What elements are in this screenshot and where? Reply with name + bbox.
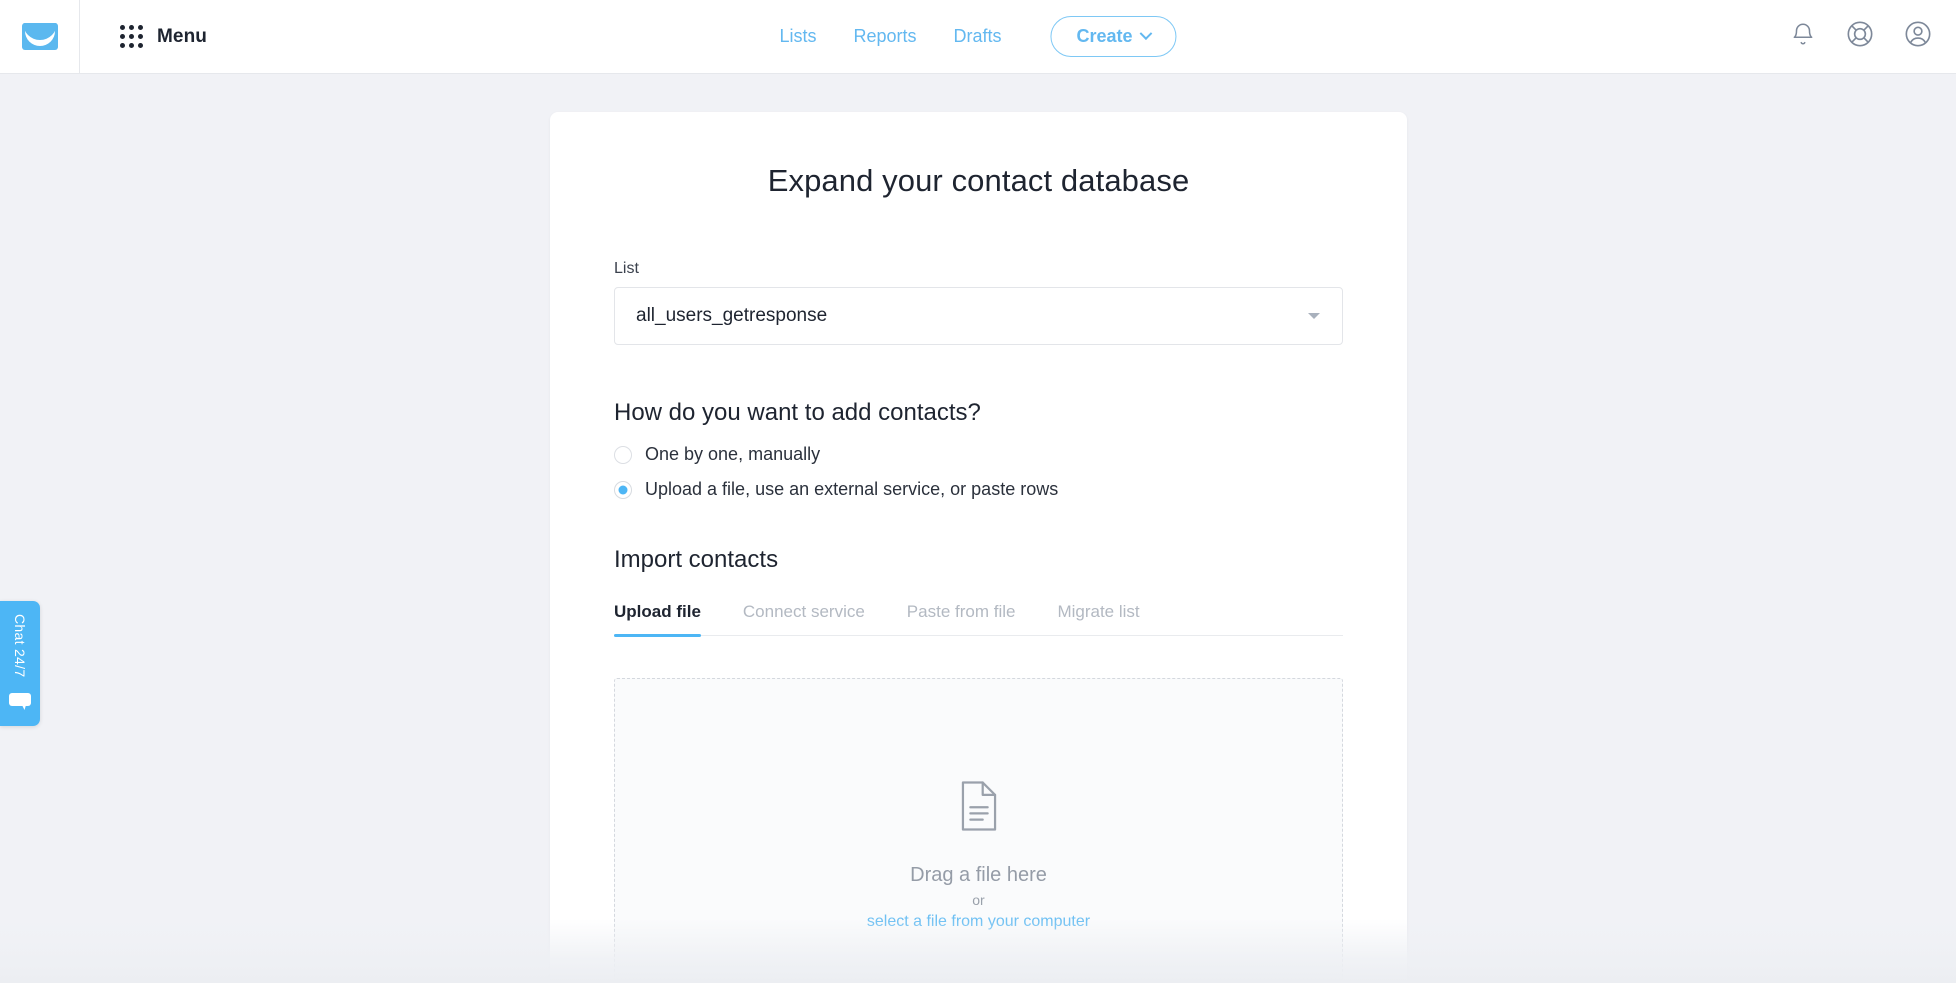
radio-option-manual-label: One by one, manually: [645, 444, 821, 464]
create-button-label: Create: [1076, 26, 1133, 46]
menu-button-label: Menu: [157, 25, 208, 47]
primary-nav: Lists Reports Drafts Create: [779, 16, 1177, 57]
dropzone-or-text: or: [972, 892, 985, 908]
radio-option-manual[interactable]: One by one, manually: [614, 444, 1343, 465]
add-method-heading: How do you want to add contacts?: [614, 399, 981, 426]
import-contacts-card: Expand your contact database List all_us…: [550, 112, 1407, 983]
speech-bubble-icon: [9, 693, 31, 715]
list-field-label: List: [614, 260, 639, 277]
document-file-icon: [958, 780, 1000, 837]
select-file-link[interactable]: select a file from your computer: [867, 913, 1090, 931]
brand-logo[interactable]: [0, 0, 80, 74]
tab-upload-file[interactable]: Upload file: [614, 602, 701, 637]
grid-apps-icon: [120, 25, 143, 48]
tab-migrate-list[interactable]: Migrate list: [1057, 602, 1139, 635]
create-button[interactable]: Create: [1050, 16, 1177, 57]
radio-option-upload-label: Upload a file, use an external service, …: [645, 479, 1059, 499]
chevron-down-icon: [1308, 313, 1320, 319]
import-contacts-heading: Import contacts: [614, 546, 779, 573]
tab-connect-service[interactable]: Connect service: [743, 602, 865, 635]
topbar-right-icons: [1790, 20, 1932, 53]
radio-indicator: [614, 445, 632, 464]
list-select-value: all_users_getresponse: [636, 305, 828, 326]
envelope-logo-icon: [21, 23, 58, 50]
nav-link-lists[interactable]: Lists: [779, 26, 816, 47]
import-tabs: Upload file Connect service Paste from f…: [614, 602, 1343, 637]
tab-paste-from-file[interactable]: Paste from file: [907, 602, 1016, 635]
chevron-down-icon: [1139, 27, 1153, 41]
bell-icon[interactable]: [1790, 21, 1816, 52]
radio-indicator-selected: [614, 480, 632, 499]
top-navigation-bar: Menu Lists Reports Drafts Create: [0, 0, 1956, 74]
list-select[interactable]: all_users_getresponse: [614, 287, 1343, 345]
nav-link-drafts[interactable]: Drafts: [954, 26, 1002, 47]
chat-widget-label: Chat 24/7: [12, 614, 28, 678]
dropzone-main-text: Drag a file here: [910, 864, 1047, 886]
radio-option-upload[interactable]: Upload a file, use an external service, …: [614, 479, 1343, 500]
menu-button[interactable]: Menu: [80, 25, 207, 48]
file-dropzone[interactable]: Drag a file here or select a file from y…: [614, 678, 1343, 983]
nav-link-reports[interactable]: Reports: [853, 26, 916, 47]
page-content-area: Expand your contact database List all_us…: [0, 74, 1956, 983]
page-title: Expand your contact database: [767, 163, 1190, 198]
chat-widget-button[interactable]: Chat 24/7: [0, 601, 40, 726]
lifebuoy-help-icon[interactable]: [1846, 20, 1874, 53]
user-account-icon[interactable]: [1904, 20, 1932, 53]
